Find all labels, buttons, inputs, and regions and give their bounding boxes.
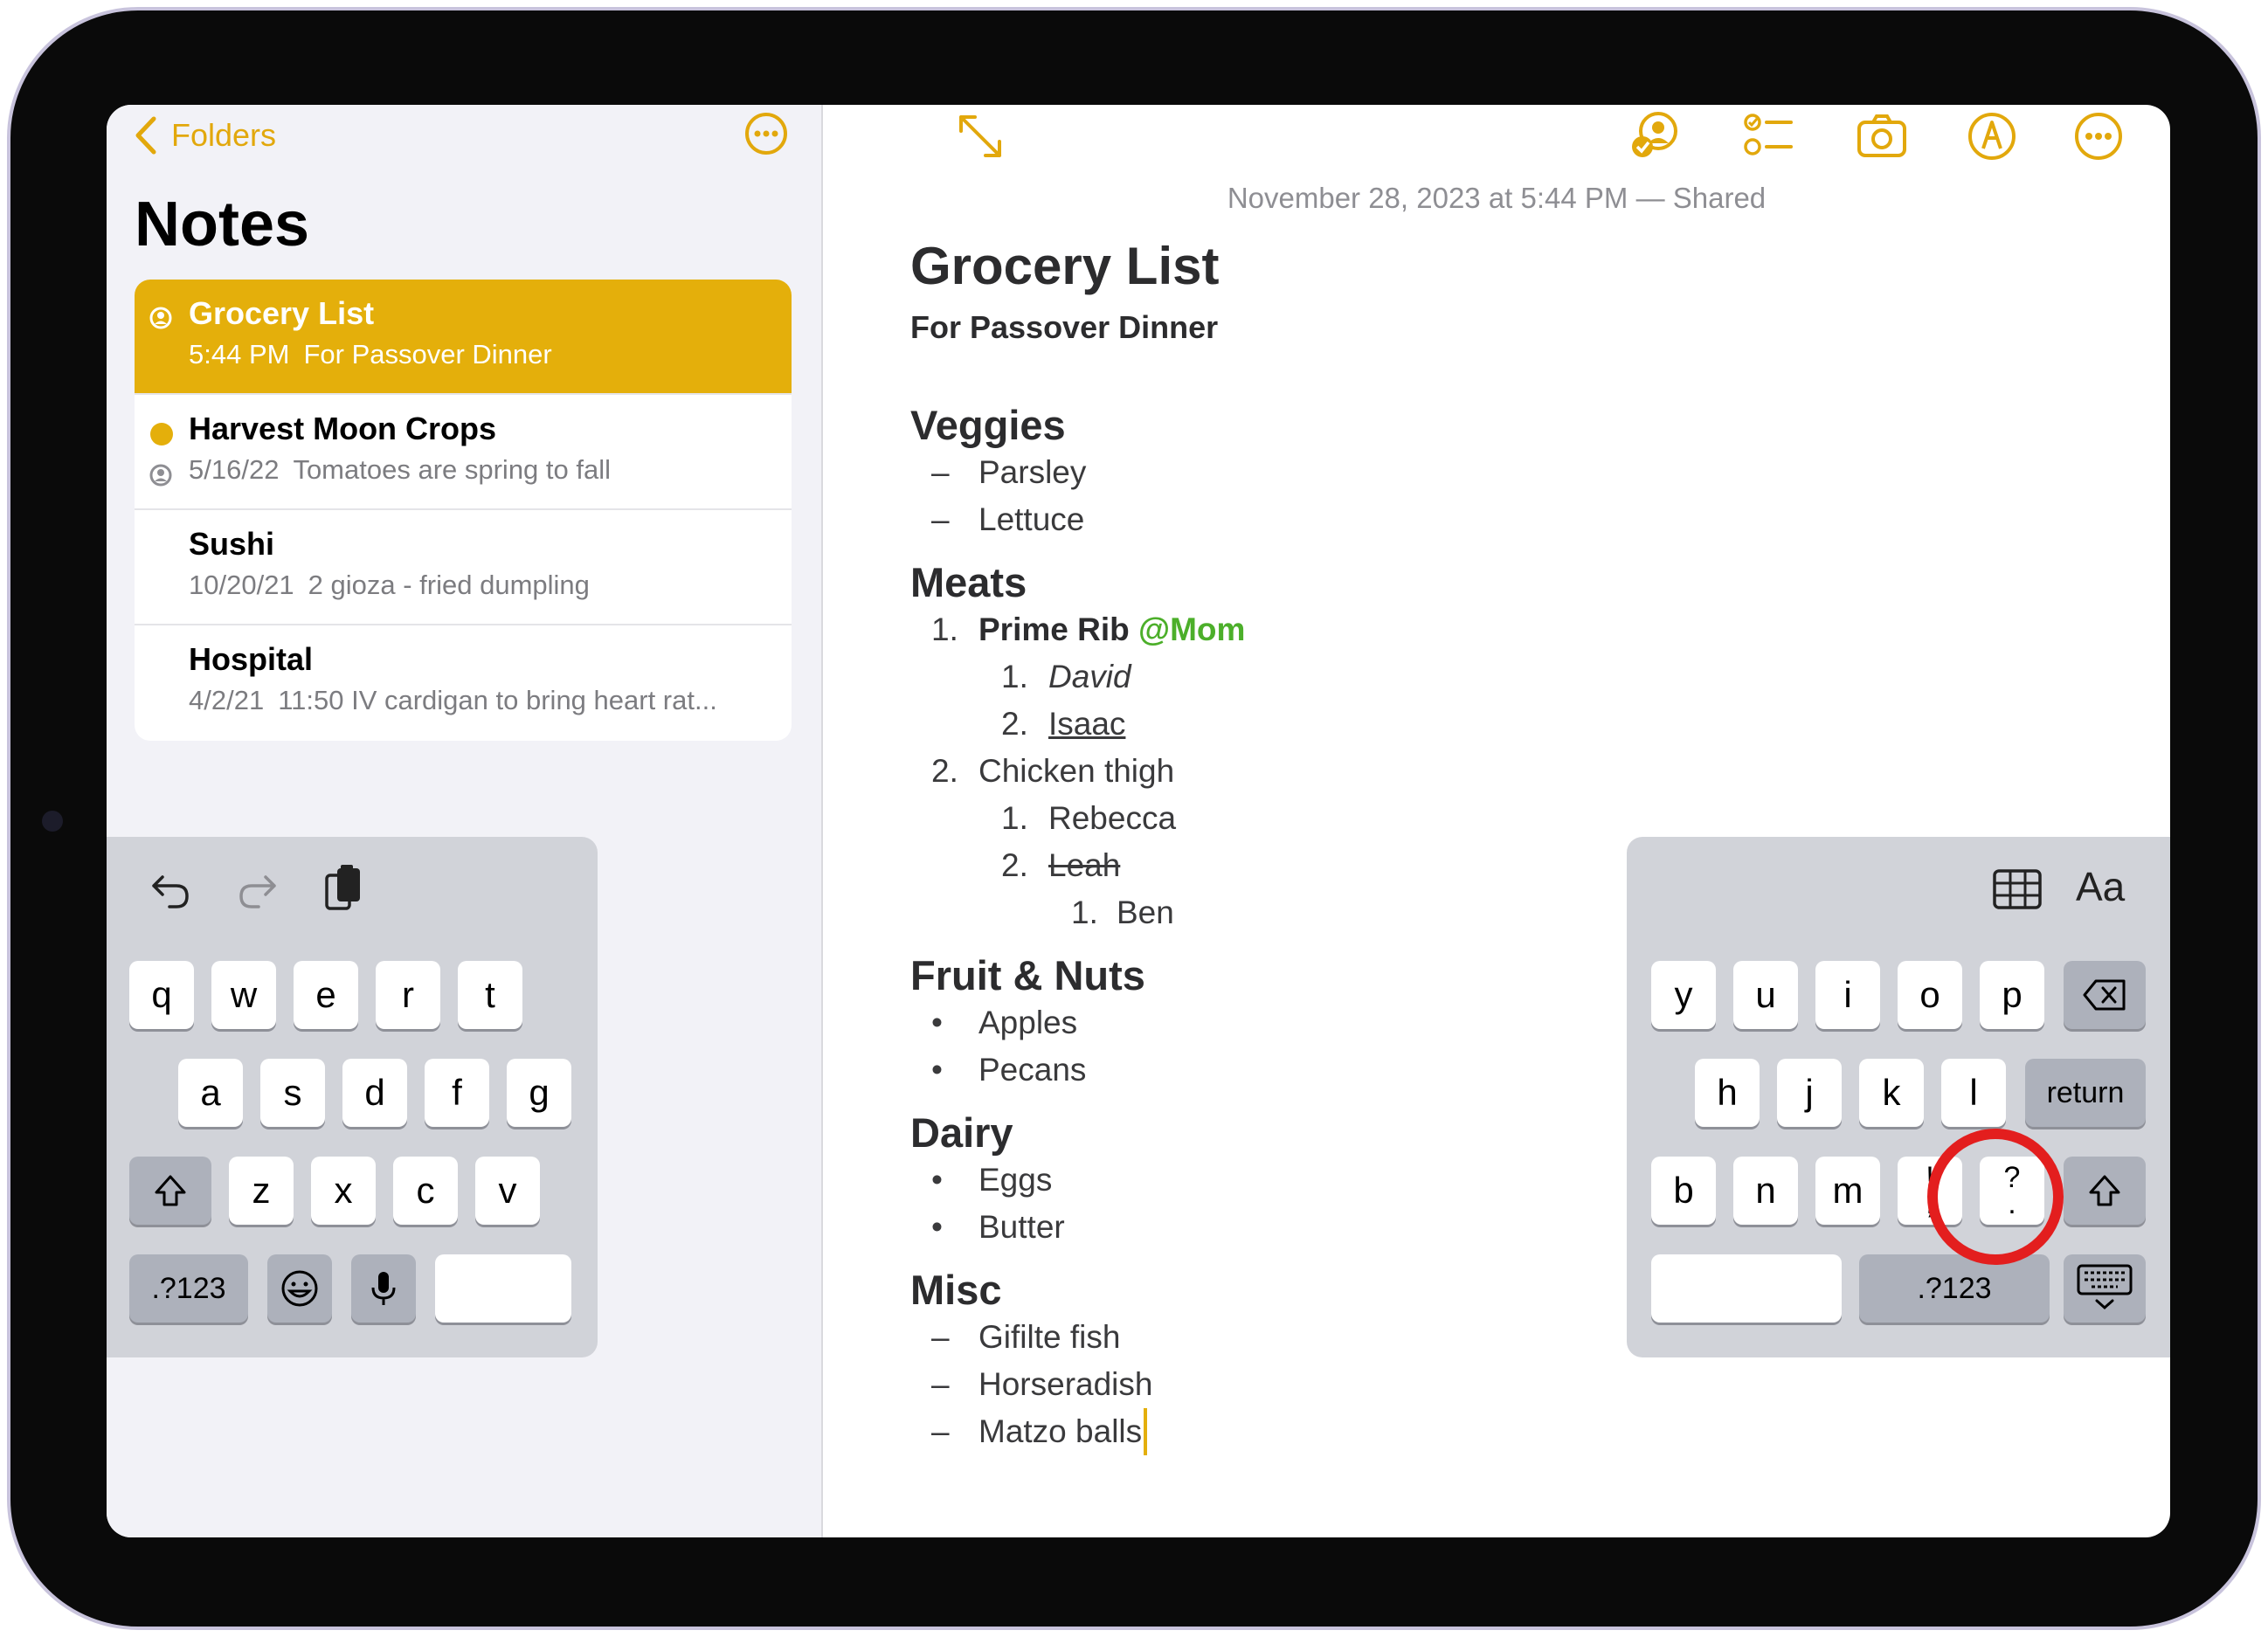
backspace-icon [2083, 979, 2126, 1011]
key-p[interactable]: p [1980, 961, 2044, 1029]
dictation-key[interactable] [351, 1254, 416, 1323]
key-a[interactable]: a [178, 1059, 243, 1127]
list-item: – Lettuce [931, 501, 1085, 537]
key-x[interactable]: x [311, 1157, 376, 1225]
keyboard-hide-icon [2077, 1264, 2133, 1310]
note-row-sushi[interactable]: Sushi 10/20/21 2 gioza - fried dumpling [135, 510, 792, 625]
shift-arrow-icon [155, 1175, 186, 1206]
text-format-button[interactable]: Aa [2076, 863, 2125, 910]
key-t[interactable]: t [458, 961, 522, 1029]
camera-icon[interactable] [1854, 108, 1910, 164]
list-item: 1. Prime Rib @Mom [931, 611, 1246, 647]
section-heading: Veggies [910, 402, 1066, 448]
shift-key-right[interactable] [2064, 1157, 2146, 1225]
section-heading: Meats [910, 559, 1027, 605]
note-row-hospital[interactable]: Hospital 4/2/21 11:50 IV cardigan to brin… [135, 625, 792, 741]
redo-icon[interactable] [234, 867, 281, 914]
key-j[interactable]: j [1777, 1059, 1842, 1127]
collaborate-icon[interactable] [1627, 108, 1683, 164]
key-k[interactable]: k [1859, 1059, 1924, 1127]
key-d[interactable]: d [342, 1059, 407, 1127]
key-g[interactable]: g [507, 1059, 571, 1127]
key-v[interactable]: v [475, 1157, 540, 1225]
emoji-smiley-icon [281, 1270, 318, 1307]
list-item: – Horseradish [931, 1366, 1153, 1402]
note-meta: 5:44 PM For Passover Dinner [189, 339, 552, 370]
chevron-left-icon [135, 116, 156, 155]
note-title: Grocery List [189, 295, 375, 331]
key-i[interactable]: i [1815, 961, 1880, 1029]
list-item: – Matzo balls [910, 1408, 2133, 1455]
key-c[interactable]: c [393, 1157, 458, 1225]
numbers-key-right[interactable]: .?123 [1859, 1254, 2050, 1323]
note-subtitle: For Passover Dinner [910, 309, 1219, 345]
delete-key[interactable] [2064, 961, 2146, 1029]
list-item: 1. Rebecca [1001, 800, 1177, 836]
key-m[interactable]: m [1815, 1157, 1880, 1225]
key-h[interactable]: h [1695, 1059, 1760, 1127]
emoji-key[interactable] [267, 1254, 332, 1323]
note-meta: 5/16/22 Tomatoes are spring to fall [189, 454, 612, 485]
split-keyboard-left: q w e r t a s d f g z x c v .?123 [107, 837, 598, 1357]
shared-person-icon [149, 464, 172, 487]
key-r[interactable]: r [376, 961, 440, 1029]
space-key-right[interactable] [1651, 1254, 1842, 1323]
note-meta: 4/2/21 11:50 IV cardigan to bring heart r… [189, 685, 717, 715]
expand-icon[interactable] [952, 108, 1008, 164]
split-keyboard-right: Aa y u i o p h j k l return b n m !, ?. … [1627, 837, 2170, 1357]
shift-arrow-icon [2089, 1175, 2120, 1206]
table-icon[interactable] [1992, 868, 2043, 910]
unread-dot-icon [150, 423, 173, 446]
mention-tag[interactable]: @Mom [1138, 611, 1245, 647]
undo-icon[interactable] [147, 867, 194, 914]
shift-key[interactable] [129, 1157, 211, 1225]
key-o[interactable]: o [1898, 961, 1962, 1029]
list-item: 2. Chicken thigh [931, 753, 1175, 789]
microphone-icon [371, 1272, 396, 1305]
note-title: Grocery List [910, 237, 1220, 295]
more-options-icon[interactable] [2071, 108, 2126, 164]
key-e[interactable]: e [294, 961, 358, 1029]
list-item: – Parsley [931, 454, 1087, 490]
key-f[interactable]: f [425, 1059, 489, 1127]
note-list: Grocery List 5:44 PM For Passover Dinner … [135, 280, 792, 741]
key-l[interactable]: l [1941, 1059, 2006, 1127]
highlight-circle [1927, 1129, 2064, 1265]
text-cursor [1144, 1408, 1148, 1455]
clipboard-paste-icon[interactable] [320, 863, 367, 915]
key-w[interactable]: w [211, 961, 276, 1029]
checklist-icon[interactable] [1740, 108, 1796, 164]
list-item: 2. Isaac [1001, 706, 1126, 742]
note-title: Sushi [189, 526, 275, 562]
note-row-harvest-moon-crops[interactable]: Harvest Moon Crops 5/16/22 Tomatoes are s… [135, 395, 792, 510]
key-z[interactable]: z [229, 1157, 294, 1225]
key-b[interactable]: b [1651, 1157, 1716, 1225]
markup-pen-icon[interactable] [1964, 108, 2020, 164]
note-row-grocery-list[interactable]: Grocery List 5:44 PM For Passover Dinner [135, 280, 792, 395]
front-camera [42, 811, 63, 832]
dismiss-keyboard-key[interactable] [2064, 1254, 2146, 1323]
key-y[interactable]: y [1651, 961, 1716, 1029]
folders-back-label: Folders [171, 117, 277, 153]
key-s[interactable]: s [260, 1059, 325, 1127]
note-title: Harvest Moon Crops [189, 411, 497, 446]
key-q[interactable]: q [129, 961, 194, 1029]
key-u[interactable]: u [1733, 961, 1798, 1029]
numbers-key[interactable]: .?123 [129, 1254, 248, 1323]
folders-back-button[interactable]: Folders [133, 115, 276, 155]
note-date: November 28, 2023 at 5:44 PM — Shared [1227, 182, 1767, 214]
return-key[interactable]: return [2025, 1059, 2146, 1127]
note-title: Hospital [189, 641, 314, 677]
more-options-icon[interactable] [743, 110, 790, 157]
list-item: 1. David [1001, 659, 1131, 694]
shared-person-icon [149, 307, 172, 329]
notes-heading: Notes [135, 190, 310, 259]
ipad-screen: Folders Notes Grocery List 5:44 PM For Pa… [107, 105, 2170, 1537]
space-key-left[interactable] [435, 1254, 571, 1323]
note-meta: 10/20/21 2 gioza - fried dumpling [189, 570, 590, 600]
key-n[interactable]: n [1733, 1157, 1798, 1225]
